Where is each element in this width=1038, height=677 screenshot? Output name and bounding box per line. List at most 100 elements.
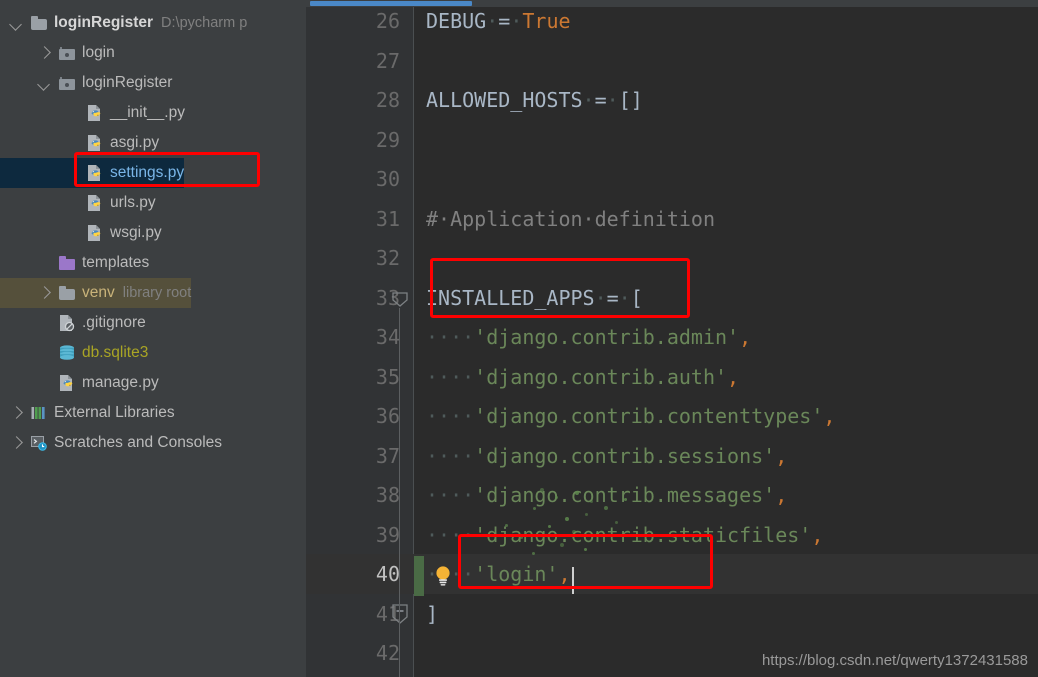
lightbulb-icon[interactable]: [430, 563, 456, 589]
tree-item-gitignore[interactable]: .gitignore: [0, 308, 146, 338]
tree-item-templates[interactable]: templates: [0, 248, 149, 278]
code-text: ····'django.contrib.contenttypes',: [426, 404, 836, 428]
code-line[interactable]: 29: [306, 120, 1038, 160]
tree-item-label: loginRegister: [82, 74, 173, 91]
chevron-down-icon[interactable]: [8, 15, 24, 31]
code-line[interactable]: 41]: [306, 594, 1038, 634]
line-number: 43: [306, 673, 400, 677]
code-line[interactable]: 31 #·Application·definition: [306, 199, 1038, 239]
code-line[interactable]: 39 ····'django.contrib.staticfiles',: [306, 515, 1038, 555]
tree-item-label: settings.py: [110, 164, 185, 181]
code-line[interactable]: 34 ····'django.contrib.admin',: [306, 317, 1038, 357]
tree-item-manage-py[interactable]: manage.py: [0, 368, 159, 398]
text-caret: [572, 567, 574, 594]
fold-region-line: [399, 307, 400, 677]
scratches-icon: [30, 434, 48, 452]
line-number: 37: [375, 443, 400, 468]
python-file-icon: [86, 134, 104, 152]
tree-item-loginregister[interactable]: loginRegister D:\pycharm p: [0, 8, 247, 38]
sparkle-particle: [520, 536, 523, 539]
code-line[interactable]: 43 MIDDLEWARE·=·[: [306, 673, 1038, 677]
line-number: 40: [375, 562, 400, 586]
vcs-change-marker[interactable]: [414, 556, 424, 596]
external-libraries-icon: [30, 404, 48, 422]
tree-item-venv[interactable]: venv library root: [0, 278, 192, 308]
line-number: 31: [375, 206, 400, 231]
code-line[interactable]: 36 ····'django.contrib.contenttypes',: [306, 396, 1038, 436]
tree-item-settings-py[interactable]: settings.py: [0, 158, 185, 188]
sparkle-particle: [565, 517, 569, 521]
tree-item-sublabel: D:\pycharm p: [161, 15, 248, 31]
code-text-area[interactable]: 26 DEBUG·=·True 27 28 ALLOWED_HOSTS·=·[] 29 30…: [306, 7, 1038, 677]
folder-icon: [58, 284, 76, 302]
code-line[interactable]: 37 ····'django.contrib.sessions',: [306, 436, 1038, 476]
database-file-icon: [58, 344, 76, 362]
chevron-right-icon[interactable]: [8, 405, 24, 421]
line-number: 42: [375, 641, 400, 665]
tree-item-asgi-py[interactable]: asgi.py: [0, 128, 159, 158]
tree-item-label: urls.py: [110, 194, 156, 211]
python-file-icon: [86, 194, 104, 212]
tree-item-loginregister[interactable]: loginRegister: [0, 68, 172, 98]
project-tree-panel[interactable]: loginRegister D:\pycharm p login loginRegis…: [0, 0, 306, 677]
line-number: 39: [375, 522, 400, 547]
sparkle-particle: [532, 552, 535, 555]
tree-item-login[interactable]: login: [0, 38, 115, 68]
line-number: 30: [375, 167, 400, 191]
sparkle-particle: [548, 525, 551, 528]
tree-item-label: asgi.py: [110, 134, 160, 151]
module-folder-icon: [58, 74, 76, 92]
code-line[interactable]: 27: [306, 41, 1038, 81]
code-editor[interactable]: 26 DEBUG·=·True 27 28 ALLOWED_HOSTS·=·[] 29 30…: [306, 0, 1038, 677]
sparkle-particle: [596, 532, 599, 535]
tree-item-label: login: [82, 44, 115, 61]
sparkle-particle: [555, 496, 558, 499]
tree-item-label: wsgi.py: [110, 224, 162, 241]
code-text: ····'django.contrib.auth',: [426, 364, 740, 389]
fold-collapse-icon[interactable]: [391, 290, 409, 313]
sparkle-particle: [575, 491, 579, 495]
tree-item-label: templates: [82, 254, 150, 271]
chevron-right-icon[interactable]: [8, 435, 24, 451]
code-line[interactable]: 28 ALLOWED_HOSTS·=·[]: [306, 80, 1038, 120]
watermark-text: https://blog.csdn.net/qwerty1372431588: [761, 652, 1028, 669]
python-file-icon: [58, 374, 76, 392]
tree-item-sublabel: library root: [122, 285, 192, 301]
code-line[interactable]: 32: [306, 238, 1038, 278]
line-number: 35: [375, 364, 400, 389]
tree-item-external-libraries[interactable]: External Libraries: [0, 398, 175, 428]
code-text: ····'django.contrib.admin',: [426, 325, 752, 349]
tree-item-label: loginRegister: [54, 14, 154, 31]
sparkle-particle: [624, 498, 627, 501]
fold-expand-icon[interactable]: [391, 603, 409, 629]
line-number: 32: [375, 246, 400, 270]
gitignore-file-icon: [58, 314, 76, 332]
chevron-right-icon[interactable]: [36, 45, 52, 61]
tree-item-urls-py[interactable]: urls.py: [0, 188, 156, 218]
line-number: 29: [375, 127, 400, 152]
code-line[interactable]: 26 DEBUG·=·True: [306, 1, 1038, 41]
code-line[interactable]: 38 ····'django.contrib.messages',: [306, 475, 1038, 515]
code-line[interactable]: 35 ····'django.contrib.auth',: [306, 357, 1038, 397]
tree-item-scratches-and-consoles[interactable]: Scratches and Consoles: [0, 428, 222, 458]
tree-item-init-py[interactable]: __init__.py: [0, 98, 185, 128]
sparkle-particle: [584, 548, 587, 551]
line-number: 26: [375, 9, 400, 33]
code-text: INSTALLED_APPS·=·[: [426, 285, 643, 310]
code-line[interactable]: 30: [306, 159, 1038, 199]
tree-item-db-sqlite3[interactable]: db.sqlite3: [0, 338, 148, 368]
line-number: 38: [375, 483, 400, 507]
chevron-right-icon[interactable]: [36, 285, 52, 301]
pycharm-window: loginRegister D:\pycharm p login loginRegis…: [0, 0, 1038, 677]
tree-item-wsgi-py[interactable]: wsgi.py: [0, 218, 162, 248]
code-line[interactable]: 33 INSTALLED_APPS·=·[: [306, 278, 1038, 318]
python-file-icon: [86, 224, 104, 242]
chevron-down-icon[interactable]: [36, 75, 52, 91]
module-folder-icon: [58, 44, 76, 62]
code-text: MIDDLEWARE·=·[: [426, 673, 595, 677]
